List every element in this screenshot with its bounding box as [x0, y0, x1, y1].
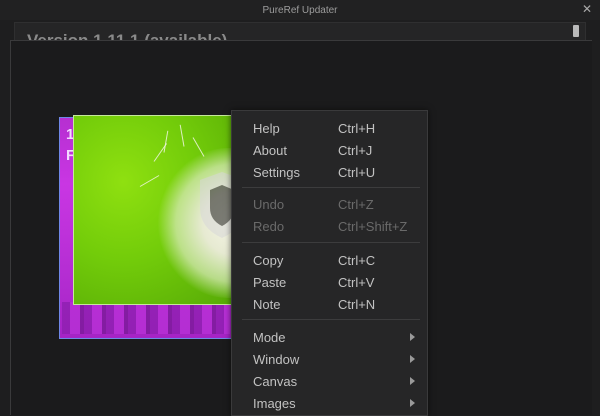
menu-item-shortcut: Ctrl+J [338, 142, 373, 158]
chevron-right-icon [410, 333, 415, 341]
menu-item-help[interactable]: Help Ctrl+H [232, 117, 427, 139]
image-strip [62, 302, 230, 334]
menu-item-label: Help [253, 120, 280, 136]
dandelion-graphic [158, 148, 238, 298]
menu-item-label: Copy [253, 252, 284, 268]
menu-item-shortcut: Ctrl+V [338, 274, 375, 290]
menu-item-label: Redo [253, 218, 285, 234]
menu-item-label: Settings [253, 164, 300, 180]
menu-item-shortcut: Ctrl+C [338, 252, 376, 268]
scrollbar-thumb[interactable] [573, 25, 579, 37]
menu-item-images[interactable]: Images [232, 392, 427, 414]
chevron-right-icon [410, 399, 415, 407]
menu-item-shortcut: Ctrl+H [338, 120, 376, 136]
menu-item-mode[interactable]: Mode [232, 326, 427, 348]
seed-graphic [179, 124, 185, 147]
menu-item-label: Paste [253, 274, 287, 290]
menu-item-label: Mode [253, 329, 286, 345]
menu-item-label: Images [253, 395, 296, 411]
menu-item-label: Note [253, 296, 281, 312]
menu-item-about[interactable]: About Ctrl+J [232, 139, 427, 161]
seed-graphic [163, 130, 169, 153]
menu-item-window[interactable]: Window [232, 348, 427, 370]
menu-item-canvas[interactable]: Canvas [232, 370, 427, 392]
menu-item-shortcut: Ctrl+Z [338, 196, 374, 212]
reference-image-dandelion[interactable] [73, 115, 239, 305]
menu-item-settings[interactable]: Settings Ctrl+U [232, 161, 427, 183]
menu-item-shortcut: Ctrl+Shift+Z [338, 218, 408, 234]
window-title: PureRef Updater [262, 4, 338, 16]
menu-item-redo[interactable]: Redo Ctrl+Shift+Z [232, 215, 427, 237]
menu-item-undo[interactable]: Undo Ctrl+Z [232, 193, 427, 215]
menu-separator [242, 242, 420, 243]
menu-item-shortcut: Ctrl+U [338, 164, 376, 180]
close-icon[interactable]: ✕ [580, 2, 594, 16]
menu-item-paste[interactable]: Paste Ctrl+V [232, 271, 427, 293]
chevron-right-icon [410, 377, 415, 385]
menu-item-shortcut: Ctrl+N [338, 296, 376, 312]
context-menu: Help Ctrl+H About Ctrl+J Settings Ctrl+U… [231, 110, 428, 416]
menu-item-note[interactable]: Note Ctrl+N [232, 293, 427, 315]
menu-separator [242, 187, 420, 188]
menu-item-label: Canvas [253, 373, 298, 389]
menu-item-label: Window [253, 351, 300, 367]
chevron-right-icon [410, 355, 415, 363]
menu-item-label: Undo [253, 196, 285, 212]
menu-separator [242, 319, 420, 320]
menu-item-label: About [253, 142, 287, 158]
seed-graphic [139, 175, 160, 187]
menu-item-copy[interactable]: Copy Ctrl+C [232, 249, 427, 271]
title-bar: PureRef Updater ✕ [0, 0, 600, 20]
